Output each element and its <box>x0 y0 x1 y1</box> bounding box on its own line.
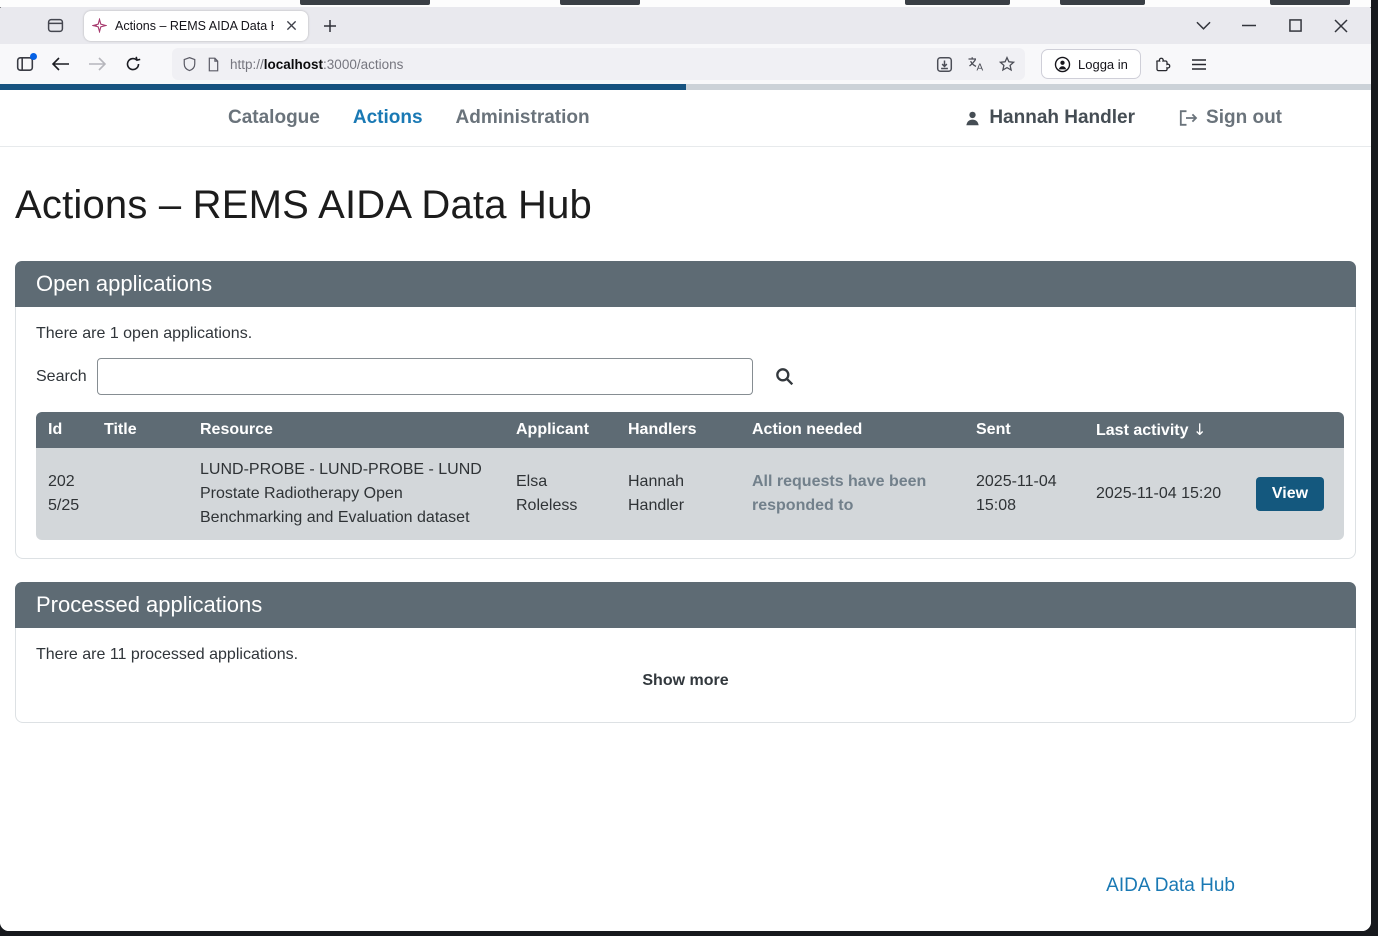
browser-titlebar: Actions – REMS AIDA Data Hub <box>0 7 1371 44</box>
search-label: Search <box>36 368 97 386</box>
column-header-actions <box>1236 412 1344 448</box>
cell-applicant: Elsa Roleless <box>504 448 616 540</box>
page-footer: AIDA Data Hub <box>15 875 1356 897</box>
background-window-text-fragment <box>1270 0 1350 5</box>
forward-icon <box>82 49 112 79</box>
notification-dot <box>30 53 37 60</box>
close-tab-icon[interactable] <box>282 17 300 35</box>
firefox-view-icon[interactable] <box>10 49 40 79</box>
new-tab-icon[interactable] <box>316 12 344 40</box>
cell-resource: LUND-PROBE - LUND-PROBE - LUND Prostate … <box>188 448 504 540</box>
account-icon <box>1054 56 1071 73</box>
downloads-icon[interactable] <box>936 56 953 73</box>
open-applications-summary: There are 1 open applications. <box>36 325 1335 343</box>
column-header-sent[interactable]: Sent <box>964 412 1084 448</box>
search-icon <box>775 367 794 386</box>
cell-last-activity: 2025-11-04 15:20 <box>1084 448 1236 540</box>
sign-out-link[interactable]: Sign out <box>1179 107 1282 129</box>
column-header-title[interactable]: Title <box>92 412 188 448</box>
column-header-action-needed[interactable]: Action needed <box>740 412 964 448</box>
background-window-text-fragment <box>560 0 640 5</box>
nav-link-actions[interactable]: Actions <box>353 107 423 129</box>
bookmark-star-icon[interactable] <box>999 56 1015 72</box>
view-button[interactable]: View <box>1256 477 1324 511</box>
maximize-icon[interactable] <box>1279 13 1311 39</box>
back-icon[interactable] <box>46 49 76 79</box>
open-applications-panel: Open applications There are 1 open appli… <box>15 261 1356 559</box>
processed-applications-summary: There are 11 processed applications. <box>36 646 1335 664</box>
extensions-icon[interactable] <box>1149 50 1177 78</box>
table-header-row: Id Title Resource Applicant Handlers Act… <box>36 412 1344 448</box>
processed-applications-panel: Processed applications There are 11 proc… <box>15 582 1356 723</box>
person-icon <box>964 110 981 127</box>
open-applications-table: Id Title Resource Applicant Handlers Act… <box>36 412 1344 540</box>
processed-applications-header: Processed applications <box>15 582 1356 628</box>
sign-out-label: Sign out <box>1206 107 1282 129</box>
browser-login-button[interactable]: Logga in <box>1041 49 1141 79</box>
background-window-text-fragment <box>905 0 1010 5</box>
user-name: Hannah Handler <box>989 107 1135 129</box>
page-viewport: Catalogue Actions Administration Hannah … <box>0 90 1371 931</box>
login-button-label: Logga in <box>1078 57 1128 72</box>
page-title: Actions – REMS AIDA Data Hub <box>15 183 1356 228</box>
rems-favicon-icon <box>92 18 107 33</box>
browser-window: Actions – REMS AIDA Data Hub <box>0 7 1371 931</box>
column-header-resource[interactable]: Resource <box>188 412 504 448</box>
search-button[interactable] <box>775 367 794 386</box>
main-content: Actions – REMS AIDA Data Hub Open applic… <box>0 183 1371 897</box>
screen: Actions – REMS AIDA Data Hub <box>0 0 1378 936</box>
tab-overflow-chevron-icon[interactable] <box>1187 13 1219 39</box>
column-header-id[interactable]: Id <box>36 412 92 448</box>
table-row: 2025/25 LUND-PROBE - LUND-PROBE - LUND P… <box>36 448 1344 540</box>
sort-descending-icon: ↓ <box>1193 420 1206 439</box>
site-navigation: Catalogue Actions Administration Hannah … <box>0 90 1371 147</box>
url-path: :3000/actions <box>323 57 403 72</box>
search-input[interactable] <box>97 358 753 395</box>
minimize-icon[interactable] <box>1233 13 1265 39</box>
page-info-icon[interactable] <box>207 57 220 72</box>
cell-title <box>92 448 188 540</box>
browser-toolbar: http://localhost:3000/actions A <box>0 44 1371 84</box>
url-text[interactable]: http://localhost:3000/actions <box>230 57 936 72</box>
close-window-icon[interactable] <box>1325 13 1357 39</box>
cell-action-needed: All requests have been responded to <box>740 448 964 540</box>
url-scheme: http:// <box>230 57 264 72</box>
address-bar[interactable]: http://localhost:3000/actions A <box>172 48 1025 80</box>
shield-icon[interactable] <box>182 56 197 72</box>
aida-data-hub-link[interactable]: AIDA Data Hub <box>1106 875 1235 896</box>
sign-out-icon <box>1179 110 1198 126</box>
svg-text:A: A <box>977 63 984 73</box>
list-tabs-icon[interactable] <box>40 12 70 40</box>
reload-icon[interactable] <box>118 49 148 79</box>
show-more-button[interactable]: Show more <box>642 672 728 690</box>
browser-tab[interactable]: Actions – REMS AIDA Data Hub <box>84 11 308 41</box>
tab-title: Actions – REMS AIDA Data Hub <box>115 19 274 33</box>
url-host: localhost <box>264 57 323 72</box>
menu-icon[interactable] <box>1185 50 1213 78</box>
nav-link-catalogue[interactable]: Catalogue <box>228 107 320 129</box>
column-header-handlers[interactable]: Handlers <box>616 412 740 448</box>
background-window-text-fragment <box>1060 0 1145 5</box>
nav-link-administration[interactable]: Administration <box>456 107 590 129</box>
open-applications-header: Open applications <box>15 261 1356 307</box>
cell-id: 2025/25 <box>36 448 92 540</box>
cell-sent: 2025-11-04 15:08 <box>964 448 1084 540</box>
search-row: Search <box>36 358 1335 395</box>
background-window-text-fragment <box>300 0 430 5</box>
column-header-last-activity[interactable]: Last activity ↓ <box>1084 412 1236 448</box>
translate-icon[interactable]: A <box>967 56 985 72</box>
column-header-applicant[interactable]: Applicant <box>504 412 616 448</box>
background-window-sliver <box>0 0 1371 7</box>
cell-handlers: Hannah Handler <box>616 448 740 540</box>
user-menu[interactable]: Hannah Handler <box>964 107 1135 129</box>
